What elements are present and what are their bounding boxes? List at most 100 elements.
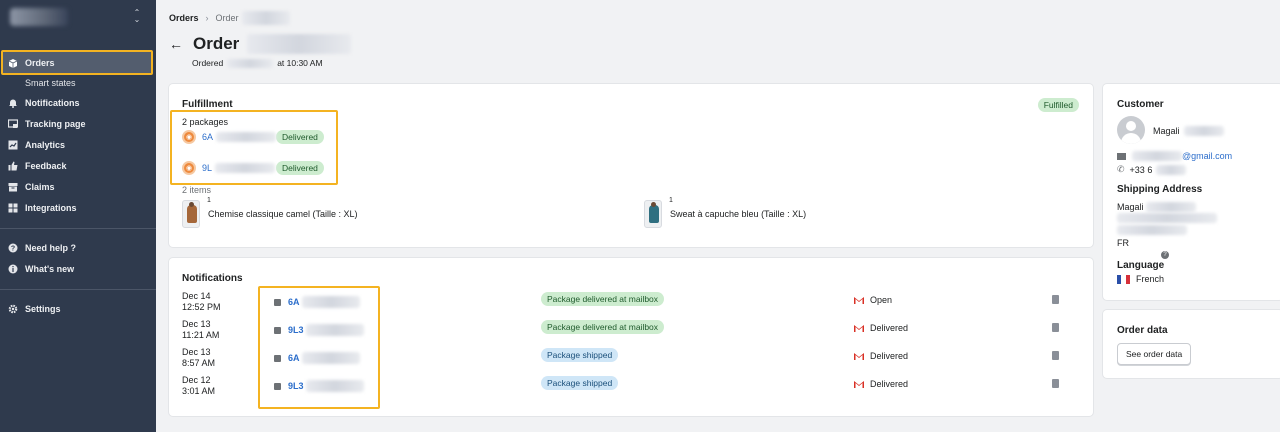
breadcrumb: Orders › Order [169, 11, 290, 25]
fulfillment-status-badge: Fulfilled [1037, 98, 1079, 112]
sidebar-item-notifications[interactable]: Notifications [0, 92, 156, 113]
notification-datetime: Dec 14 12:52 PM [182, 291, 221, 312]
sidebar-item-label: Need help ? [25, 242, 77, 253]
breadcrumb-orders-link[interactable]: Orders [169, 13, 199, 23]
notification-datetime: Dec 13 8:57 AM [182, 347, 216, 368]
sidebar-item-label: Feedback [25, 160, 67, 171]
ordered-time: at 10:30 AM [277, 58, 323, 68]
notification-datetime: Dec 12 3:01 AM [182, 375, 216, 396]
redacted-address [1117, 225, 1187, 235]
order-date: Ordered at 10:30 AM [192, 58, 323, 68]
sidebar-item-whats-new[interactable]: What's new [0, 258, 156, 279]
help-icon: ? [8, 243, 18, 253]
sidebar-item-integrations[interactable]: Integrations [0, 197, 156, 218]
sidebar-item-label: Analytics [25, 139, 66, 150]
back-arrow-icon[interactable]: ← [169, 36, 183, 52]
page-title: Order [193, 34, 240, 53]
redacted-address [1117, 213, 1217, 223]
sidebar-divider [0, 289, 156, 290]
sidebar-item-need-help[interactable]: ? Need help ? [0, 237, 156, 258]
customer-email[interactable]: @gmail.com [1117, 151, 1232, 161]
claims-icon [8, 182, 18, 192]
sidebar-item-label: Claims [25, 181, 55, 192]
customer-title: Customer [1117, 99, 1164, 110]
ordered-label: Ordered [192, 58, 224, 68]
line-item: 1 Chemise classique camel (Taille : XL) [182, 197, 358, 228]
email-status: Delivered [854, 323, 908, 333]
document-icon[interactable] [1052, 379, 1059, 388]
breadcrumb-separator-icon: › [205, 13, 209, 23]
main-content: Orders › Order ← Order Ordered at 10:30 … [156, 0, 1280, 432]
item-quantity: 1 [207, 197, 211, 204]
sidebar-item-label: Integrations [25, 202, 77, 213]
email-status: Open [854, 295, 892, 305]
email-status: Delivered [854, 351, 908, 361]
sidebar-divider [0, 228, 156, 229]
store-switcher[interactable]: ⌃ ⌄ [8, 6, 150, 28]
sidebar-item-label: What's new [25, 263, 75, 274]
shipping-address-title: Shipping Address [1117, 184, 1203, 195]
notification-datetime: Dec 13 11:21 AM [182, 319, 220, 340]
language-value: French [1117, 274, 1164, 284]
packages-highlight-box [170, 110, 338, 185]
items-count: 2 items [182, 185, 212, 195]
info-icon [8, 264, 18, 274]
phone-icon: ✆ [1117, 164, 1125, 174]
sidebar-item-label: Settings [25, 303, 61, 314]
orders-highlight-box [1, 50, 153, 75]
fulfillment-title: Fulfillment [182, 99, 233, 110]
tracking-page-icon [8, 118, 18, 129]
item-quantity: 1 [669, 197, 673, 204]
analytics-icon [8, 140, 18, 150]
notification-status-badge: Package shipped [541, 348, 619, 362]
store-logo [10, 8, 68, 26]
gmail-icon [854, 353, 864, 360]
address-country: FR [1117, 238, 1129, 248]
sidebar-item-label: Notifications [25, 97, 80, 108]
sidebar-item-label: Smart states [25, 78, 76, 88]
svg-text:?: ? [11, 245, 15, 252]
redacted-order-number [247, 34, 352, 54]
sidebar-item-analytics[interactable]: Analytics [0, 134, 156, 155]
sidebar-item-feedback[interactable]: Feedback [0, 155, 156, 176]
tracking-highlight-box [258, 286, 380, 409]
sidebar-item-tracking-page[interactable]: Tracking page [0, 113, 156, 134]
gmail-icon [854, 325, 864, 332]
sidebar-item-label: Tracking page [25, 118, 86, 129]
chevron-up-down-icon: ⌃ ⌄ [133, 8, 141, 24]
integrations-icon [8, 203, 18, 213]
gmail-icon [854, 381, 864, 388]
customer-phone: ✆ +33 6 [1117, 164, 1187, 175]
order-data-title: Order data [1117, 325, 1168, 336]
gear-icon [8, 304, 18, 314]
breadcrumb-current: Order [215, 13, 239, 23]
item-name: Chemise classique camel (Taille : XL) [208, 209, 358, 219]
sidebar-item-settings[interactable]: Settings [0, 298, 156, 319]
mail-icon [1117, 152, 1126, 160]
notification-status-badge: Package delivered at mailbox [541, 292, 665, 306]
help-icon[interactable]: ? [1161, 251, 1169, 259]
line-item: 1 Sweat à capuche bleu (Taille : XL) [644, 197, 807, 228]
gmail-icon [854, 297, 864, 304]
fulfillment-card: Fulfillment Fulfilled 2 packages ◉ 6A De… [169, 84, 1093, 247]
address-name: Magali [1117, 202, 1196, 212]
sidebar-item-claims[interactable]: Claims [0, 176, 156, 197]
customer-name: Magali [1153, 126, 1224, 136]
france-flag-icon [1117, 274, 1130, 284]
notifications-card: Notifications Dec 14 12:52 PM 6A Package … [169, 258, 1093, 416]
sidebar: ⌃ ⌄ Orders Smart states Notifications Tra… [0, 0, 156, 432]
redacted-date [227, 58, 274, 68]
thumbs-up-icon [8, 161, 18, 171]
see-order-data-button[interactable]: See order data [1117, 343, 1192, 365]
sidebar-item-smart-states[interactable]: Smart states [0, 74, 156, 92]
document-icon[interactable] [1052, 351, 1059, 360]
notifications-title: Notifications [182, 273, 243, 284]
customer-card: Customer Magali @gmail.com ✆ +33 6 Shipp… [1103, 84, 1280, 300]
sidebar-nav: Orders Smart states Notifications Tracki… [0, 52, 156, 319]
avatar [1117, 116, 1145, 144]
document-icon[interactable] [1052, 323, 1059, 332]
item-name: Sweat à capuche bleu (Taille : XL) [670, 209, 807, 219]
bell-icon [8, 98, 18, 108]
document-icon[interactable] [1052, 295, 1059, 304]
notification-status-badge: Package shipped [541, 376, 619, 390]
